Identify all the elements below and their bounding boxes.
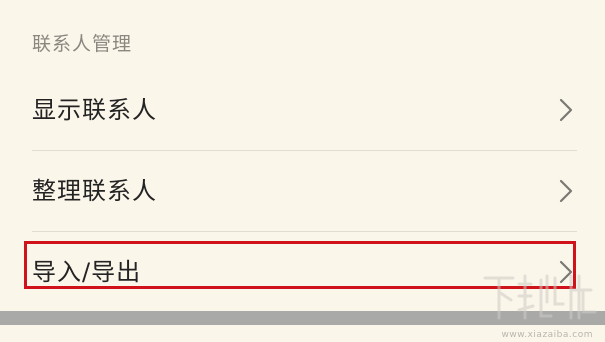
watermark-logo-icon xyxy=(483,274,597,320)
menu-item-label: 整理联系人 xyxy=(32,177,157,205)
section-header: 联系人管理 xyxy=(32,33,133,55)
menu-item-label: 导入/导出 xyxy=(32,258,142,286)
chevron-right-icon xyxy=(559,98,573,122)
chevron-right-icon xyxy=(559,179,573,203)
contacts-settings-screen: 联系人管理 显示联系人 整理联系人 导入/导出 www.xiazaiba.com xyxy=(0,0,605,342)
watermark-url: www.xiazaiba.com xyxy=(501,330,593,340)
menu-item-show-contacts[interactable]: 显示联系人 xyxy=(0,70,605,150)
menu-item-label: 显示联系人 xyxy=(32,96,157,124)
menu-item-organize-contacts[interactable]: 整理联系人 xyxy=(0,151,605,231)
